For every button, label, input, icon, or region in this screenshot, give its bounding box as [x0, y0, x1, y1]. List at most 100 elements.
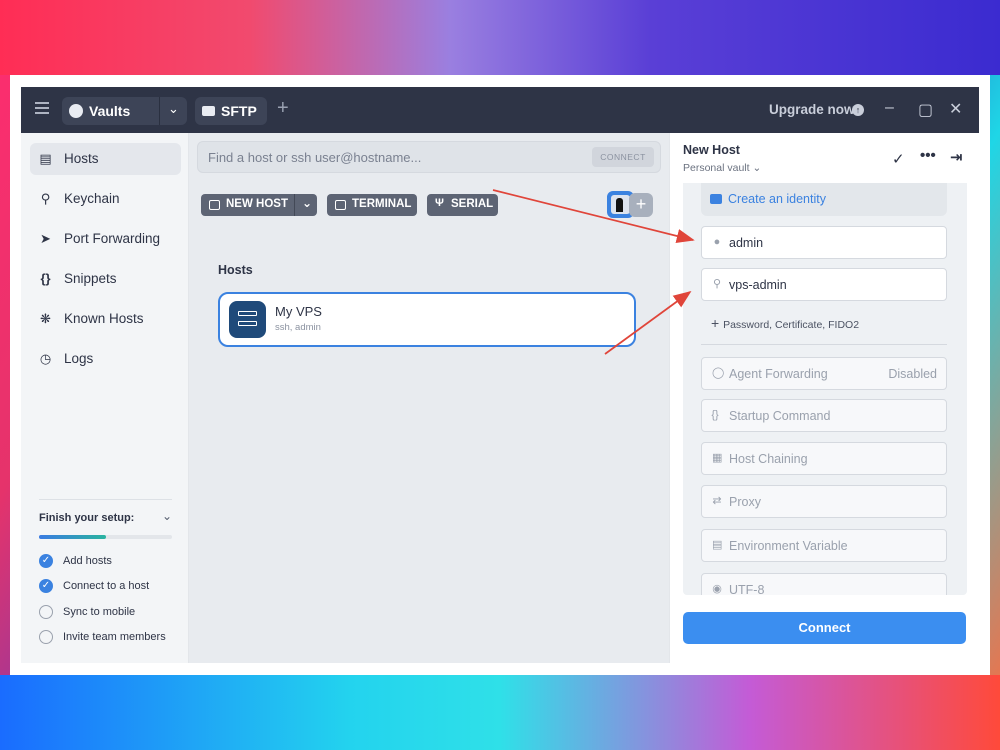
key-icon: ⚲ — [40, 191, 51, 206]
server-icon — [229, 301, 266, 338]
charset-field[interactable]: ◉ UTF-8 — [701, 573, 947, 595]
task-label: Invite team members — [63, 631, 166, 643]
divider — [701, 344, 947, 345]
clock-icon: ◷ — [39, 351, 52, 366]
startup-command-label: Startup Command — [729, 409, 831, 423]
startup-command-field[interactable]: {} Startup Command — [701, 399, 947, 432]
sidebar-item-logs[interactable]: ◷ Logs — [30, 343, 181, 375]
password-field[interactable]: ⚲ vps-admin — [701, 268, 947, 301]
add-credentials-label: Password, Certificate, FIDO2 — [723, 319, 860, 331]
new-host-panel: New Host Personal vault ⌄ ✓ ••• ⇥ Create… — [669, 133, 979, 663]
environment-variable-label: Environment Variable — [729, 539, 848, 553]
collapse-panel-icon[interactable]: ⇥ — [950, 148, 963, 166]
fingerprint-icon: ❋ — [40, 311, 51, 326]
serial-button[interactable]: Ψ SERIAL — [427, 194, 498, 216]
agent-forwarding-value: Disabled — [888, 367, 937, 381]
user-icon: ● — [713, 236, 721, 248]
add-credentials-link[interactable]: + Password, Certificate, FIDO2 — [711, 315, 859, 331]
button-divider — [294, 194, 295, 216]
shield-icon: ◯ — [712, 367, 725, 379]
sidebar-item-label: Logs — [64, 351, 94, 366]
chain-icon: ▦ — [712, 452, 723, 464]
sidebar-item-label: Snippets — [64, 271, 117, 286]
maximize-icon[interactable]: ▢ — [918, 100, 933, 120]
connect-button[interactable]: Connect — [683, 612, 966, 644]
sidebar-item-snippets[interactable]: {} Snippets — [30, 263, 181, 295]
host-name: My VPS — [275, 304, 322, 319]
app-window: Vaults ⌄ SFTP + Upgrade now ↑ – ▢ ✕ ▤ Ho… — [21, 87, 979, 663]
sidebar-item-label: Known Hosts — [64, 311, 144, 326]
sidebar-item-label: Port Forwarding — [64, 231, 161, 246]
task-label: Add hosts — [63, 555, 112, 567]
terminal-button[interactable]: TERMINAL — [327, 194, 417, 216]
background-gradient-top — [0, 0, 1000, 75]
vault-selector-label: Personal vault — [683, 162, 750, 174]
sidebar-item-hosts[interactable]: ▤ Hosts — [30, 143, 181, 175]
braces-icon: {} — [711, 409, 719, 421]
info-icon: ↑ — [852, 104, 864, 116]
setup-task[interactable]: Sync to mobile — [39, 603, 172, 623]
progress-fill — [39, 535, 106, 539]
menu-icon[interactable] — [35, 102, 49, 114]
chevron-down-icon[interactable]: ⌄ — [162, 509, 172, 523]
proxy-field[interactable]: ⇄ Proxy — [701, 485, 947, 518]
check-icon[interactable]: ✓ — [892, 150, 905, 168]
new-host-button[interactable]: NEW HOST ⌄ — [201, 194, 317, 216]
minimize-icon[interactable]: – — [885, 99, 894, 117]
agent-forwarding-label: Agent Forwarding — [729, 367, 828, 381]
main-content: Find a host or ssh user@hostname... CONN… — [189, 133, 669, 663]
setup-title: Finish your setup: — [39, 512, 135, 524]
server-bar — [238, 321, 257, 326]
globe-icon: ◉ — [712, 583, 722, 595]
search-input[interactable]: Find a host or ssh user@hostname... CONN… — [197, 141, 661, 173]
plus-icon[interactable]: + — [277, 97, 289, 120]
username-value: admin — [729, 236, 764, 250]
host-details: ssh, admin — [275, 322, 321, 333]
sidebar: ▤ Hosts ⚲ Keychain ➤ Port Forwarding {} … — [21, 133, 189, 663]
check-icon: ✓ — [39, 579, 53, 593]
plus-icon: + — [711, 315, 724, 331]
vaults-tab[interactable]: Vaults ⌄ — [62, 97, 187, 125]
sidebar-item-port-forwarding[interactable]: ➤ Port Forwarding — [30, 223, 181, 255]
agent-forwarding-field[interactable]: ◯ Agent Forwarding Disabled — [701, 357, 947, 390]
chevron-down-icon[interactable]: ⌄ — [302, 196, 312, 210]
setup-task[interactable]: ✓ Connect to a host — [39, 577, 172, 597]
vault-icon — [69, 104, 83, 118]
create-identity-link[interactable]: Create an identity — [728, 192, 826, 206]
setup-task[interactable]: ✓ Add hosts — [39, 552, 172, 572]
vault-selector[interactable]: Personal vault ⌄ — [683, 162, 761, 174]
environment-variable-field[interactable]: ▤ Environment Variable — [701, 529, 947, 562]
setup-task[interactable]: Invite team members — [39, 628, 172, 648]
server-bar — [238, 311, 257, 316]
check-icon: ✓ — [39, 554, 53, 568]
panel-title: New Host — [683, 143, 740, 157]
arrow-icon: ➤ — [40, 231, 51, 246]
server-icon: ▤ — [39, 151, 52, 166]
add-member-icon[interactable]: + — [629, 193, 653, 217]
sidebar-item-known-hosts[interactable]: ❋ Known Hosts — [30, 303, 181, 335]
username-field[interactable]: ● admin — [701, 226, 947, 259]
sidebar-item-label: Hosts — [64, 151, 99, 166]
task-label: Sync to mobile — [63, 606, 136, 618]
host-chaining-label: Host Chaining — [729, 452, 808, 466]
serial-icon: Ψ — [435, 197, 444, 209]
host-chaining-field[interactable]: ▦ Host Chaining — [701, 442, 947, 475]
serial-label: SERIAL — [451, 198, 494, 210]
terminal-icon — [335, 200, 346, 210]
close-icon[interactable]: ✕ — [949, 99, 962, 119]
vaults-label: Vaults — [89, 103, 131, 119]
circle-icon — [39, 630, 53, 644]
sftp-tab[interactable]: SFTP — [195, 97, 267, 125]
title-bar: Vaults ⌄ SFTP + Upgrade now ↑ – ▢ ✕ — [21, 87, 979, 133]
host-card[interactable]: My VPS ssh, admin — [218, 292, 636, 347]
more-icon[interactable]: ••• — [920, 147, 936, 164]
setup-progress-bar — [39, 535, 172, 539]
chevron-down-icon[interactable]: ⌄ — [168, 101, 179, 117]
team-avatars: + — [607, 191, 655, 218]
sidebar-item-keychain[interactable]: ⚲ Keychain — [30, 183, 181, 215]
server-icon — [209, 200, 220, 210]
new-host-label: NEW HOST — [226, 198, 288, 210]
search-connect-button[interactable]: CONNECT — [592, 147, 654, 167]
upgrade-link[interactable]: Upgrade now — [769, 102, 855, 117]
proxy-label: Proxy — [729, 495, 761, 509]
